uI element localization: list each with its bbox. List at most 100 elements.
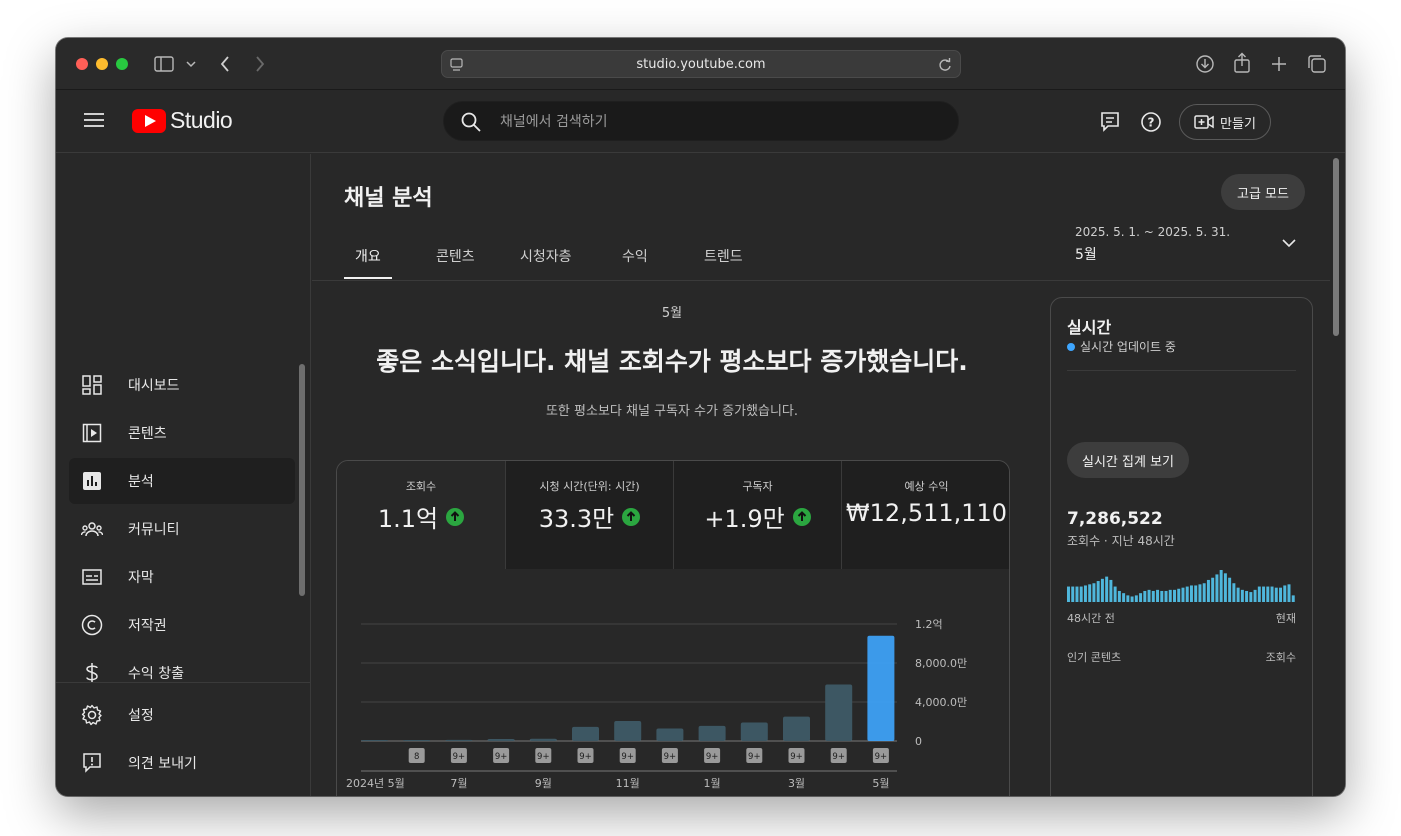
search-icon: [461, 112, 481, 132]
sidebar-item-copyright[interactable]: 저작권: [69, 602, 295, 648]
search-input[interactable]: [500, 111, 920, 133]
realtime-bar: [1228, 577, 1232, 602]
realtime-bar: [1143, 590, 1147, 602]
share-icon[interactable]: [1233, 52, 1251, 74]
tab-overview-icon[interactable]: [1307, 54, 1327, 74]
new-tab-icon[interactable]: [1270, 55, 1288, 73]
realtime-bar: [1134, 595, 1138, 602]
sidebar-item-label: 설정: [128, 708, 154, 724]
date-dropdown-chevron-icon[interactable]: [1282, 238, 1296, 248]
video-count-badge-label: 9+: [832, 752, 845, 762]
tab-trends[interactable]: 트렌드: [704, 246, 743, 266]
minimize-window-button[interactable]: [96, 58, 108, 70]
sidebar-scrollbar[interactable]: [299, 364, 305, 596]
x-tick-label: 7월: [450, 777, 467, 790]
realtime-axis-start: 48시간 전: [1067, 612, 1115, 625]
sidebar-item-subtitles[interactable]: 자막: [69, 554, 295, 600]
sidebar-item-feedback[interactable]: 의견 보내기: [69, 740, 295, 786]
realtime-bar: [1215, 574, 1219, 602]
help-icon[interactable]: ?: [1140, 111, 1162, 133]
metric-tab-revenue[interactable]: 예상 수익 ₩12,511,110: [841, 461, 1009, 569]
realtime-bar: [1173, 589, 1176, 602]
realtime-bar: [1232, 583, 1236, 602]
metric-tab-watch-time[interactable]: 시청 시간(단위: 시간) 33.3만: [505, 461, 673, 569]
realtime-bar: [1253, 589, 1257, 602]
sidebar-item-community[interactable]: 커뮤니티: [69, 506, 295, 552]
date-period-label[interactable]: 5월: [1075, 244, 1097, 264]
realtime-bar: [1168, 589, 1172, 602]
trend-up-icon: [622, 507, 641, 526]
address-bar[interactable]: studio.youtube.com: [441, 50, 961, 78]
metric-tab-subscribers[interactable]: 구독자 +1.9만: [673, 461, 841, 569]
back-icon[interactable]: [219, 55, 231, 73]
realtime-view-button[interactable]: 실시간 집계 보기: [1067, 442, 1189, 478]
sidebar-item-label: 자막: [128, 570, 154, 586]
chevron-down-icon[interactable]: [186, 60, 196, 68]
realtime-bar: [1083, 585, 1087, 602]
x-tick-label: 1월: [704, 777, 721, 790]
realtime-bar: [1279, 587, 1283, 602]
sidebar-item-label: 수익 창출: [128, 666, 184, 682]
zoom-window-button[interactable]: [116, 58, 128, 70]
chart-bar: [867, 635, 895, 741]
sidebar-item-analytics[interactable]: 분석: [69, 458, 295, 504]
sidebar-item-settings[interactable]: 설정: [69, 692, 295, 738]
realtime-bar: [1262, 586, 1266, 602]
metric-tab-views[interactable]: 조회수 1.1억: [337, 461, 505, 569]
tab-overview[interactable]: 개요: [355, 246, 381, 266]
top-content-metric: 조회수: [1265, 651, 1296, 664]
date-range-text[interactable]: 2025. 5. 1. ~ 2025. 5. 31.: [1075, 225, 1230, 239]
settings-icon: [81, 704, 103, 726]
close-window-button[interactable]: [76, 58, 88, 70]
metric-value: 1.1억: [377, 505, 439, 533]
create-button[interactable]: 만들기: [1179, 104, 1271, 140]
metrics-card: 조회수 1.1억 시청 시간(단위: 시간) 33.3만 구독자 +1.9만 예…: [336, 460, 1010, 796]
sidebar-toggle-icon[interactable]: [154, 56, 174, 72]
download-icon[interactable]: [1195, 54, 1215, 74]
realtime-bar: [1126, 595, 1130, 602]
realtime-bar: [1100, 578, 1104, 602]
menu-icon[interactable]: [84, 112, 104, 128]
sidebar-item-dashboard[interactable]: 대시보드: [69, 362, 295, 408]
video-count-badge-label: 9+: [664, 752, 677, 762]
tab-audience[interactable]: 시청자층: [520, 246, 572, 266]
chart-bar: [445, 739, 473, 741]
content-icon: [81, 422, 103, 444]
advanced-mode-button[interactable]: 고급 모드: [1221, 174, 1305, 210]
metric-value: ₩12,511,110: [845, 499, 1008, 527]
create-label: 만들기: [1220, 116, 1256, 132]
studio-logo[interactable]: Studio: [132, 107, 233, 134]
video-count-badge-label: 9+: [495, 752, 508, 762]
realtime-divider: [1067, 370, 1296, 371]
y-tick-label: 0: [915, 735, 922, 748]
svg-text:?: ?: [1148, 116, 1155, 130]
x-tick-label: 3월: [788, 777, 805, 790]
realtime-bar: [1219, 570, 1223, 602]
sidebar-divider: [56, 682, 311, 683]
realtime-bar: [1092, 583, 1096, 602]
chart-bar: [783, 716, 810, 741]
sidebar-item-monetization[interactable]: 수익 창출: [69, 650, 295, 696]
forward-icon[interactable]: [254, 55, 266, 73]
insight-headline: 좋은 소식입니다. 채널 조회수가 평소보다 증가했습니다.: [376, 347, 968, 376]
realtime-bar: [1287, 584, 1291, 602]
main-scrollbar[interactable]: [1333, 158, 1339, 336]
realtime-bar: [1122, 593, 1126, 602]
tab-revenue[interactable]: 수익: [622, 246, 648, 266]
create-video-icon: [1194, 115, 1214, 129]
realtime-status-text: 실시간 업데이트 중: [1080, 340, 1176, 354]
realtime-bar: [1105, 576, 1109, 602]
tab-content[interactable]: 콘텐츠: [436, 246, 475, 266]
views-bar-chart: 0 4,000.0만 8,000.0만 1.2억 8 9+ 9+ 9+ 9+ 9+ 9+ 9+ 9+ 9+…: [346, 618, 967, 790]
chart-bar: [740, 722, 768, 741]
messages-icon[interactable]: [1100, 111, 1120, 133]
realtime-bar: [1283, 585, 1287, 602]
sidebar-item-content[interactable]: 콘텐츠: [69, 410, 295, 456]
main-content: 채널 분석 고급 모드 개요 콘텐츠 시청자층 수익 트렌드 2025. 5. …: [312, 154, 1345, 796]
realtime-bar: [1109, 579, 1113, 602]
search-box[interactable]: [443, 101, 959, 141]
chart-bar: [698, 725, 726, 741]
tabs-divider: [312, 280, 1330, 281]
reload-icon[interactable]: [938, 57, 952, 72]
realtime-bar: [1113, 586, 1117, 602]
